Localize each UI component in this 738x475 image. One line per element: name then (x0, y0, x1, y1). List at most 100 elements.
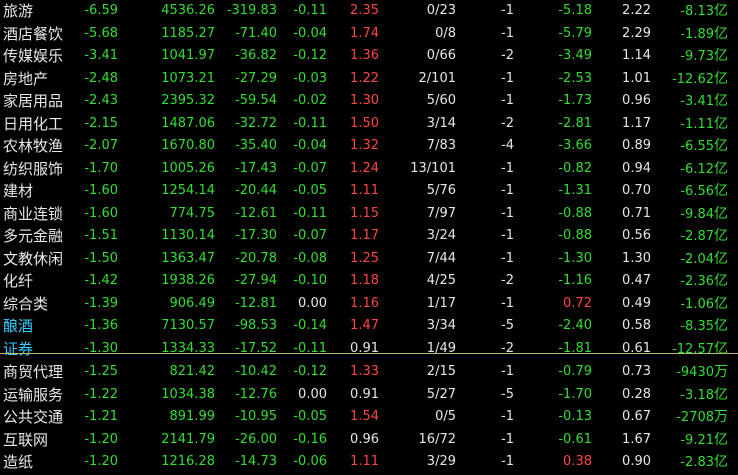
leading-stock: -2 (501, 273, 514, 288)
sector-name: 酿酒 (3, 317, 34, 335)
table-row[interactable]: 家居用品 -2.43 2395.32 -59.54 -0.02 1.30 5/60 -1 -1.… (0, 90, 738, 113)
table-row[interactable]: 房地产 -2.48 1073.21 -27.29 -0.03 1.22 2/101 -1 -2.… (0, 68, 738, 91)
index-price: 4536.26 (161, 3, 215, 18)
leading-stock: -1 (501, 295, 514, 311)
leading-stock: -2 (501, 48, 514, 63)
change-speed: -0.14 (293, 318, 327, 333)
turnover-rate: 1.01 (622, 70, 651, 86)
net-inflow: -12.57亿 (672, 338, 728, 361)
up-down-count: 1/17 (426, 295, 456, 311)
index-price: 906.49 (169, 295, 216, 311)
up-down-count: 4/25 (426, 273, 456, 288)
net-inflow: -3.41亿 (680, 90, 728, 113)
sector-name: 旅游 (3, 2, 34, 20)
turnover-rate: 2.29 (622, 25, 651, 41)
leading-stock: -1 (501, 409, 514, 424)
change-3day: -5.18 (558, 3, 592, 18)
change-speed: 0.00 (298, 386, 327, 402)
turnover-rate: 1.17 (622, 115, 651, 131)
change-speed: -0.16 (293, 431, 327, 447)
change-percent: -1.42 (84, 273, 118, 288)
change-amount: -27.29 (235, 70, 277, 86)
index-price: 1005.26 (161, 160, 215, 176)
up-down-count: 0/5 (435, 409, 456, 424)
net-inflow-value: -6.55 (680, 139, 714, 154)
index-price: 1487.06 (161, 115, 215, 131)
change-3day: -0.13 (558, 409, 592, 424)
net-inflow: -9.84亿 (680, 203, 728, 226)
change-3day: -0.79 (558, 364, 592, 379)
change-speed: -0.08 (293, 250, 327, 266)
sector-name: 商业连锁 (3, 204, 64, 223)
index-price: 7130.57 (161, 318, 215, 333)
leading-stock: -1 (501, 364, 514, 379)
volume-ratio: 1.25 (350, 250, 379, 266)
turnover-rate: 0.67 (622, 409, 651, 424)
net-inflow-value: -1.06 (680, 296, 714, 312)
net-inflow: -9.73亿 (680, 45, 728, 68)
change-amount: -32.72 (235, 115, 277, 131)
volume-ratio: 1.17 (350, 228, 379, 243)
change-amount: -20.78 (235, 250, 277, 266)
net-inflow-value: -9430 (676, 365, 714, 380)
table-row[interactable]: 互联网 -1.20 2141.79 -26.00 -0.16 0.96 16/72 -1 -0.… (0, 429, 738, 452)
net-inflow: -8.13亿 (680, 0, 728, 23)
change-amount: -27.94 (235, 273, 277, 288)
index-price: 891.99 (169, 409, 216, 424)
change-amount: -26.00 (235, 431, 277, 447)
change-3day: -2.40 (558, 318, 592, 333)
change-percent: -1.60 (84, 205, 118, 221)
table-row[interactable]: 酒店餐饮 -5.68 1185.27 -71.40 -0.04 1.74 0/8 -1 -5.7… (0, 23, 738, 46)
leading-stock: -1 (501, 228, 514, 243)
table-row[interactable]: 商贸代理 -1.25 821.42 -10.42 -0.12 1.33 2/15 -1 -0.7… (0, 361, 738, 384)
volume-ratio: 1.15 (350, 205, 379, 221)
table-row[interactable]: 公共交通 -1.21 891.99 -10.95 -0.05 1.54 0/5 -1 -0.13… (0, 406, 738, 429)
change-percent: -1.39 (84, 295, 118, 311)
table-row[interactable]: 传媒娱乐 -3.41 1041.97 -36.82 -0.12 1.36 0/66 -2 -3.… (0, 45, 738, 68)
net-inflow: -2.36亿 (680, 270, 728, 293)
table-row[interactable]: 造纸 -1.20 1216.28 -14.73 -0.06 1.11 3/29 -1 0.38 0… (0, 451, 738, 474)
table-row[interactable]: 商业连锁 -1.60 774.75 -12.61 -0.11 1.15 7/97 -1 -0.8… (0, 203, 738, 226)
volume-ratio: 0.91 (350, 340, 379, 356)
net-inflow-unit: 亿 (714, 454, 728, 470)
table-row[interactable]: 化纤 -1.42 1938.26 -27.94 -0.10 1.18 4/25 -2 -1.16… (0, 270, 738, 293)
table-row[interactable]: 运输服务 -1.22 1034.38 -12.76 0.00 0.91 5/27 -5 -1.7… (0, 384, 738, 407)
table-row[interactable]: 农林牧渔 -2.07 1670.80 -35.40 -0.04 1.32 7/83 -4 -3.… (0, 135, 738, 158)
change-3day: -0.88 (558, 205, 592, 221)
table-row[interactable]: 证券 -1.30 1334.33 -17.52 -0.11 0.91 1/49 -2 -1.81… (0, 338, 738, 361)
net-inflow-value: -12.62 (672, 71, 714, 87)
net-inflow: -2.83亿 (680, 451, 728, 474)
table-row[interactable]: 日用化工 -2.15 1487.06 -32.72 -0.11 1.50 3/14 -2 -2.… (0, 113, 738, 136)
volume-ratio: 0.96 (350, 431, 379, 447)
change-3day: -0.82 (558, 160, 592, 176)
net-inflow: -8.35亿 (680, 315, 728, 338)
index-price: 1254.14 (161, 183, 215, 198)
change-percent: -2.48 (84, 70, 118, 86)
table-row[interactable]: 建材 -1.60 1254.14 -20.44 -0.05 1.11 5/76 -1 -1.31… (0, 180, 738, 203)
sector-name: 证券 (3, 339, 34, 358)
table-row[interactable]: 文教休闲 -1.50 1363.47 -20.78 -0.08 1.25 7/44 -1 -1.… (0, 248, 738, 271)
change-percent: -1.21 (84, 409, 118, 424)
sector-name: 多元金融 (3, 227, 64, 245)
table-row[interactable]: 旅游 -6.59 4536.26 -319.83 -0.11 2.35 0/23 -1 -5.1… (0, 0, 738, 23)
net-inflow-unit: 亿 (714, 205, 728, 222)
change-percent: -2.07 (84, 138, 118, 153)
change-amount: -20.44 (235, 183, 277, 198)
table-row[interactable]: 酿酒 -1.36 7130.57 -98.53 -0.14 1.47 3/34 -5 -2.40… (0, 315, 738, 338)
leading-stock: -2 (501, 115, 514, 131)
table-row[interactable]: 多元金融 -1.51 1130.14 -17.30 -0.07 1.17 3/24 -1 -0.… (0, 225, 738, 248)
sector-name: 运输服务 (3, 385, 64, 404)
net-inflow-unit: 亿 (714, 138, 728, 154)
table-row[interactable]: 纺织服饰 -1.70 1005.26 -17.43 -0.07 1.24 13/101 -1 -… (0, 158, 738, 181)
change-speed: -0.04 (293, 25, 327, 41)
volume-ratio: 1.24 (350, 160, 379, 176)
section-divider (0, 353, 738, 354)
table-row[interactable]: 综合类 -1.39 906.49 -12.81 0.00 1.16 1/17 -1 0.72 0.… (0, 293, 738, 316)
volume-ratio: 1.22 (350, 70, 379, 86)
net-inflow-value: -2708 (676, 410, 714, 425)
change-percent: -3.41 (84, 48, 118, 63)
leading-stock: -5 (501, 386, 514, 402)
change-3day: 0.38 (563, 454, 592, 469)
change-speed: 0.00 (298, 295, 327, 311)
net-inflow: -6.55亿 (680, 135, 728, 158)
